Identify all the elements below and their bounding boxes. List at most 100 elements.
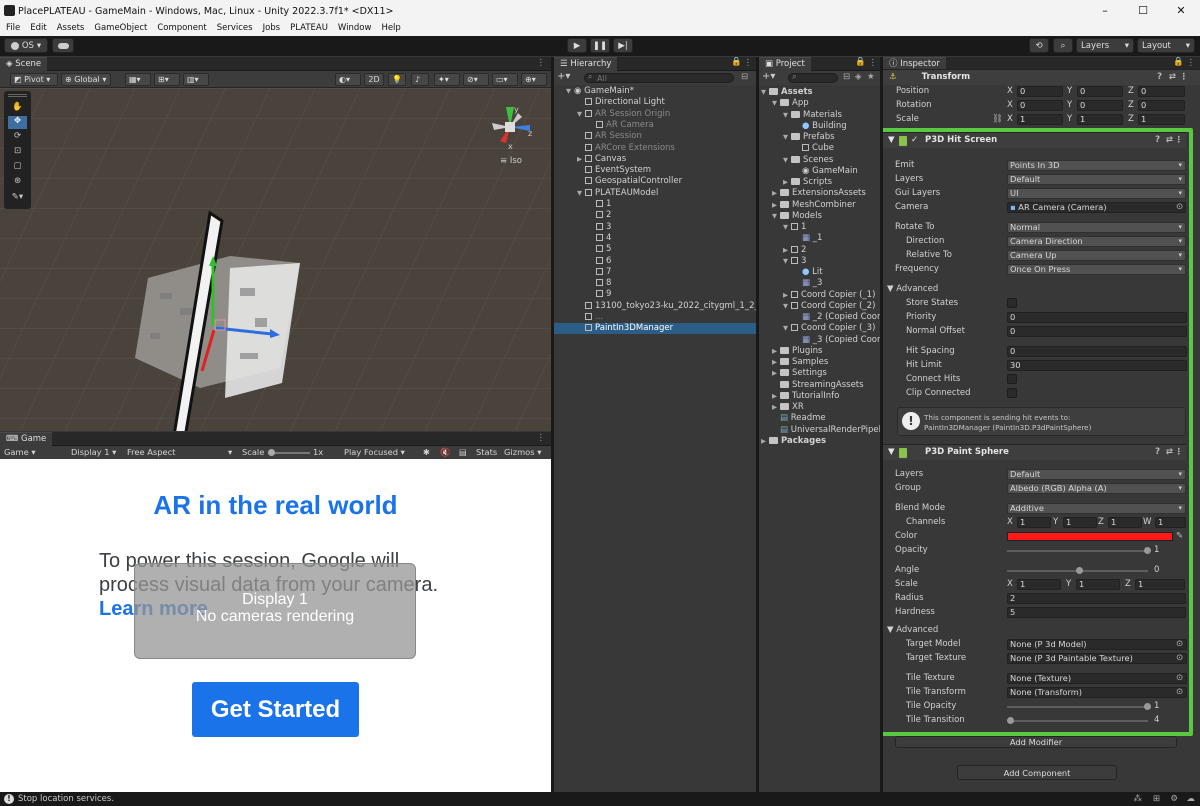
pivot-toggle[interactable]: ◩ Pivot ▾ <box>10 73 58 86</box>
inspector-menu-icon[interactable]: ⋮ <box>1187 58 1196 68</box>
scale-y-field[interactable]: 1 <box>1077 114 1123 125</box>
hierarchy-filter-icon[interactable]: ⊟ <box>741 72 748 82</box>
effects-button[interactable]: ✦▾ <box>434 73 460 86</box>
hierarchy-item[interactable]: ... <box>554 312 756 323</box>
project-item[interactable]: ● Building <box>759 121 880 132</box>
project-item[interactable]: ▶ XR <box>759 402 880 413</box>
hierarchy-item[interactable]: 7 <box>554 267 756 278</box>
angle-slider-knob[interactable] <box>1075 567 1083 574</box>
camera-picker-icon[interactable]: ⊙ <box>1176 202 1183 213</box>
project-item[interactable]: ▦ _1 <box>759 233 880 244</box>
stats-window-icon[interactable]: ▤ <box>459 446 467 459</box>
target-model-picker-icon[interactable]: ⊙ <box>1176 639 1183 650</box>
tile-transition-value[interactable]: 4 <box>1154 715 1159 726</box>
project-lock-icon[interactable]: 🔒 <box>855 57 866 67</box>
hierarchy-menu-icon[interactable]: ⋮ <box>744 58 753 68</box>
scale-x-field[interactable]: 1 <box>1017 114 1063 125</box>
group-dropdown[interactable]: Albedo (RGB) Alpha (A) <box>1007 483 1186 494</box>
project-item[interactable]: ▼ Materials <box>759 110 880 121</box>
radius-field[interactable]: 2 <box>1007 593 1186 604</box>
expand-arrow-icon[interactable]: ▶ <box>783 245 791 256</box>
hardness-field[interactable]: 5 <box>1007 607 1186 618</box>
aspect-dropdown[interactable]: Free Aspect <box>127 446 175 459</box>
paint-sphere-preset-icon[interactable]: ⇄ <box>1166 445 1173 460</box>
tab-project[interactable]: ▣ Project <box>759 57 811 71</box>
expand-arrow-icon[interactable]: ▶ <box>772 357 780 368</box>
channel-y-field[interactable]: 1 <box>1063 517 1097 528</box>
project-item[interactable]: ▼ Scenes <box>759 155 880 166</box>
project-item[interactable]: ▶ Coord Copier (_1) <box>759 290 880 301</box>
rotation-z-field[interactable]: 0 <box>1138 100 1185 111</box>
project-item[interactable]: ▶ Plugins <box>759 346 880 357</box>
expand-arrow-icon[interactable]: ▼ <box>566 86 574 97</box>
expand-arrow-icon[interactable]: ▶ <box>577 154 585 165</box>
menu-window[interactable]: Window <box>338 22 372 36</box>
collab-icon[interactable]: ☁ <box>1187 792 1196 806</box>
hierarchy-item[interactable]: ▼ AR Session Origin <box>554 109 756 120</box>
cloud-button[interactable] <box>52 38 74 53</box>
transform-menu-icon[interactable]: ⋮ <box>1180 70 1189 85</box>
position-y-field[interactable]: 0 <box>1077 86 1123 97</box>
project-label-icon[interactable]: ◈ <box>855 72 862 82</box>
priority-field[interactable]: 0 <box>1007 312 1187 323</box>
inspector-lock-icon[interactable]: 🔒 <box>1173 57 1184 67</box>
tile-texture-field[interactable]: None (Texture) <box>1007 673 1187 684</box>
blend-mode-dropdown[interactable]: Additive <box>1007 503 1186 514</box>
angle-value[interactable]: 0 <box>1154 565 1159 576</box>
play-button[interactable]: ▶ <box>567 38 587 53</box>
hierarchy-item[interactable]: ▶ Canvas <box>554 154 756 165</box>
custom-tool-icon[interactable]: ✎▾ <box>8 192 27 205</box>
project-filter-icon[interactable]: ⊟ <box>843 72 850 82</box>
project-item[interactable]: ◉ GameMain <box>759 166 880 177</box>
align-button[interactable]: ▥▾ <box>183 73 209 86</box>
audio-toggle[interactable]: ♪ <box>411 73 429 86</box>
gizmos-button[interactable]: ⊕▾ <box>521 73 547 86</box>
scale-link-icon[interactable]: ⛓ <box>992 114 1003 125</box>
expand-arrow-icon[interactable]: ▼ <box>577 188 585 199</box>
project-item[interactable]: ▼ 1 <box>759 222 880 233</box>
hierarchy-item[interactable]: ▼ ◉ GameMain* <box>554 86 756 97</box>
global-toggle[interactable]: ⊕ Global ▾ <box>61 73 111 86</box>
add-component-button[interactable]: Add Component <box>957 765 1117 780</box>
expand-arrow-icon[interactable]: ▶ <box>772 368 780 379</box>
expand-arrow-icon[interactable]: ▼ <box>783 323 791 334</box>
target-model-field[interactable]: None (P 3d Model) <box>1007 639 1187 650</box>
project-item[interactable]: ▶ Settings <box>759 368 880 379</box>
paint-sphere-menu-icon[interactable]: ⋮ <box>1175 445 1184 460</box>
project-item[interactable]: StreamingAssets <box>759 380 880 391</box>
project-menu-icon[interactable]: ⋮ <box>869 58 878 68</box>
hierarchy-item[interactable]: 6 <box>554 256 756 267</box>
expand-arrow-icon[interactable]: ▼ <box>577 109 585 120</box>
project-item[interactable]: ▶ Scripts <box>759 177 880 188</box>
game-view-dropdown[interactable]: Game ▾ <box>4 446 36 459</box>
project-item[interactable]: ▼ Assets <box>759 87 880 98</box>
channel-z-field[interactable]: 1 <box>1108 517 1142 528</box>
camera-field[interactable]: ▪ AR Camera (Camera) <box>1007 202 1186 213</box>
camera-settings-button[interactable]: ▭▾ <box>492 73 518 86</box>
add-modifier-button[interactable]: Add Modifier <box>895 736 1177 748</box>
scene-viewport[interactable] <box>0 88 551 431</box>
project-item[interactable]: ▼ Coord Copier (_2) <box>759 301 880 312</box>
hierarchy-item[interactable]: GeospatialController <box>554 176 756 187</box>
menu-assets[interactable]: Assets <box>57 22 85 36</box>
hierarchy-item[interactable]: 2 <box>554 210 756 221</box>
hierarchy-item[interactable]: 9 <box>554 289 756 300</box>
hit-layers-dropdown[interactable]: Default <box>1007 174 1186 185</box>
opacity-value[interactable]: 1 <box>1154 545 1159 556</box>
hierarchy-lock-icon[interactable]: 🔒 <box>731 57 742 67</box>
draw-mode-button[interactable]: ◐▾ <box>335 73 361 86</box>
paint-sphere-help-icon[interactable]: ? <box>1155 445 1160 460</box>
hierarchy-item[interactable]: 8 <box>554 278 756 289</box>
project-add-button[interactable]: +▾ <box>762 71 775 82</box>
close-button[interactable]: ✕ <box>1162 0 1200 22</box>
hit-screen-preset-icon[interactable]: ⇄ <box>1166 133 1173 148</box>
hierarchy-item[interactable]: Directional Light <box>554 97 756 108</box>
channel-w-field[interactable]: 1 <box>1155 517 1186 528</box>
layers-dropdown[interactable]: Layers ▾ <box>1076 38 1134 53</box>
hierarchy-item[interactable]: AR Session <box>554 131 756 142</box>
progress-icon[interactable]: ⁂ <box>1134 792 1143 806</box>
hit-limit-field[interactable]: 30 <box>1007 360 1187 371</box>
expand-arrow-icon[interactable]: ▼ <box>783 256 791 267</box>
expand-arrow-icon[interactable]: ▶ <box>783 177 791 188</box>
project-item[interactable]: ▶ Samples <box>759 357 880 368</box>
